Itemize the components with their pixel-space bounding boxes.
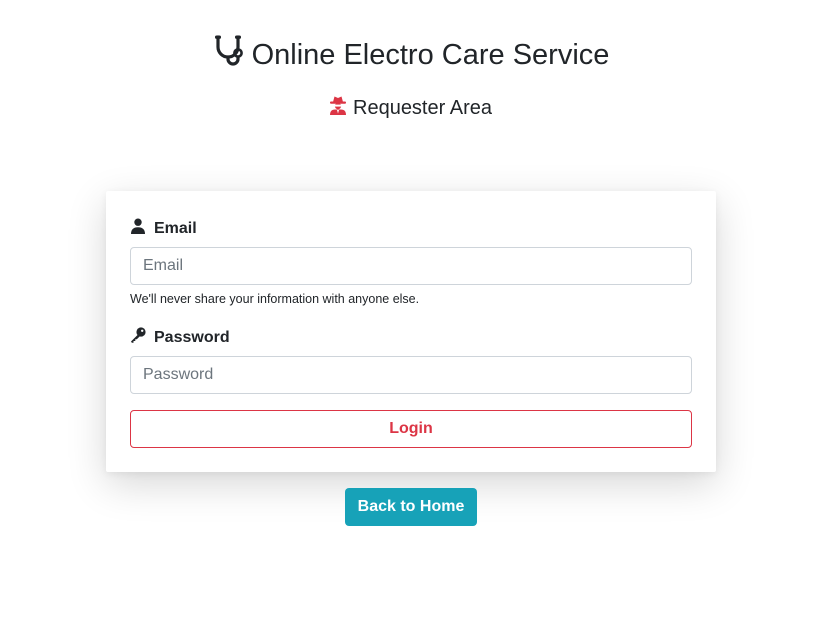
login-button[interactable]: Login <box>130 410 692 448</box>
stethoscope-icon <box>212 34 244 76</box>
password-label: Password <box>130 327 230 348</box>
user-secret-icon <box>329 95 347 121</box>
key-icon <box>130 327 146 348</box>
user-icon <box>130 218 146 239</box>
email-field[interactable] <box>130 247 692 285</box>
password-label-text: Password <box>154 328 230 346</box>
email-label: Email <box>130 218 197 239</box>
back-to-home-button[interactable]: Back to Home <box>345 488 477 526</box>
login-card: Email We'll never share your information… <box>106 191 716 472</box>
page-subtitle: Requester Area <box>0 95 821 121</box>
email-label-text: Email <box>154 219 197 237</box>
login-page: Online Electro Care Service Requester Ar… <box>0 0 821 622</box>
page-subtitle-text: Requester Area <box>353 96 492 119</box>
page-title-text: Online Electro Care Service <box>251 38 610 71</box>
password-field[interactable] <box>130 356 692 394</box>
email-help-text: We'll never share your information with … <box>130 292 420 306</box>
page-title: Online Electro Care Service <box>0 34 821 76</box>
